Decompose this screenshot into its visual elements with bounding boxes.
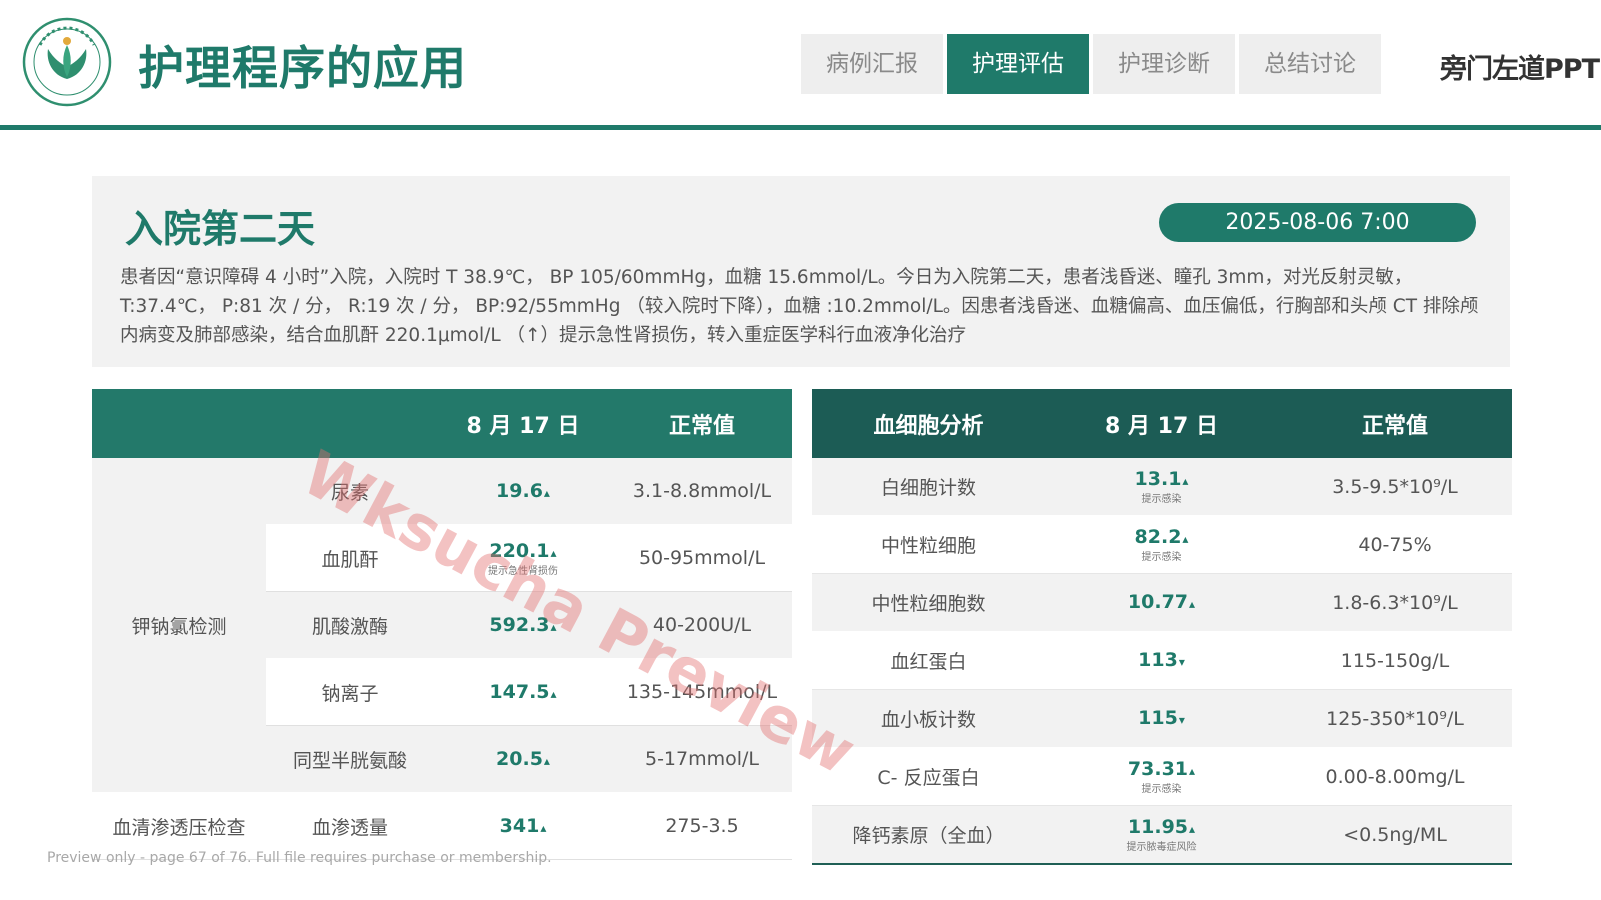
item-value: 82.2▴ 提示感染 bbox=[1045, 515, 1278, 574]
arrow-up-icon: ▴ bbox=[1189, 597, 1196, 611]
table-row: 白细胞计数 13.1▴ 提示感染 3.5-9.5*10⁹/L bbox=[812, 458, 1512, 516]
item-normal: 135-145mmol/L bbox=[612, 658, 792, 726]
header-cell bbox=[266, 389, 434, 458]
header-cell: 血细胞分析 bbox=[812, 389, 1045, 458]
item-value: 10.77▴ bbox=[1045, 573, 1278, 632]
item-name: 血小板计数 bbox=[812, 689, 1045, 748]
arrow-up-icon: ▴ bbox=[1182, 532, 1189, 546]
header-cell bbox=[92, 389, 266, 458]
item-name: 肌酸激酶 bbox=[266, 591, 434, 659]
item-name: 尿素 bbox=[266, 458, 434, 525]
item-name: 中性粒细胞数 bbox=[812, 573, 1045, 632]
table-row: 血小板计数 115▾ 125-350*10⁹/L bbox=[812, 689, 1512, 748]
tab-summary-discussion[interactable]: 总结讨论 bbox=[1239, 34, 1381, 94]
item-value: 13.1▴ 提示感染 bbox=[1045, 458, 1278, 516]
item-normal: 115-150g/L bbox=[1278, 631, 1512, 690]
nav-tabs: 病例汇报 护理评估 护理诊断 总结讨论 bbox=[801, 34, 1381, 94]
header: 护理程序的应用 病例汇报 护理评估 护理诊断 总结讨论 旁门左道PPT bbox=[0, 0, 1601, 130]
item-name: 血红蛋白 bbox=[812, 631, 1045, 690]
item-value: 11.95▴ 提示脓毒症风险 bbox=[1045, 805, 1278, 865]
value-note: 提示感染 bbox=[1141, 494, 1182, 505]
header-cell: 正常值 bbox=[1278, 389, 1512, 458]
item-value: 220.1▴ 提示急性肾损伤 bbox=[434, 524, 612, 592]
item-name: 中性粒细胞 bbox=[812, 515, 1045, 574]
item-normal: <0.5ng/ML bbox=[1278, 805, 1512, 865]
item-value: 592.3▴ bbox=[434, 591, 612, 659]
item-normal: 50-95mmol/L bbox=[612, 524, 792, 592]
table-header-row: 8 月 17 日 正常值 bbox=[92, 389, 792, 458]
intro-paragraph: 患者因“意识障碍 4 小时”入院，入院时 T 38.9℃， BP 105/60m… bbox=[120, 267, 1479, 346]
table-header-row: 血细胞分析 8 月 17 日 正常值 bbox=[812, 389, 1512, 458]
item-value: 73.31▴ 提示感染 bbox=[1045, 747, 1278, 806]
value-note: 提示脓毒症风险 bbox=[1126, 842, 1197, 853]
item-name: 血肌酐 bbox=[266, 524, 434, 592]
item-value: 19.6▴ bbox=[434, 458, 612, 525]
header-cell: 正常值 bbox=[612, 389, 792, 458]
item-normal: 0.00-8.00mg/L bbox=[1278, 747, 1512, 806]
tab-nursing-assessment[interactable]: 护理评估 bbox=[947, 34, 1089, 94]
tab-nursing-diagnosis[interactable]: 护理诊断 bbox=[1093, 34, 1235, 94]
section-heading: 入院第二天 bbox=[125, 207, 316, 251]
header-divider bbox=[0, 125, 1601, 130]
item-name: 同型半胱氨酸 bbox=[266, 725, 434, 793]
arrow-up-icon: ▴ bbox=[543, 753, 550, 768]
item-value: 113▾ bbox=[1045, 631, 1278, 690]
biochem-table: 8 月 17 日 正常值 钾钠氯检测 尿素 19.6▴ 3.1-8.8mmol/… bbox=[92, 389, 792, 860]
header-cell: 8 月 17 日 bbox=[1045, 389, 1278, 458]
value-note: 提示急性肾损伤 bbox=[488, 565, 558, 577]
intro-panel: 入院第二天 2025-08-06 7:00 患者因“意识障碍 4 小时”入院，入… bbox=[92, 176, 1510, 367]
arrow-up-icon: ▴ bbox=[1189, 822, 1196, 836]
arrow-up-icon: ▴ bbox=[550, 686, 557, 701]
datetime-badge: 2025-08-06 7:00 bbox=[1159, 203, 1476, 242]
item-normal: 5-17mmol/L bbox=[612, 725, 792, 793]
item-normal: 40-75% bbox=[1278, 515, 1512, 574]
arrow-down-icon: ▾ bbox=[1178, 655, 1185, 669]
preview-footer-note: Preview only - page 67 of 76. Full file … bbox=[47, 850, 552, 866]
page-title: 护理程序的应用 bbox=[138, 41, 467, 95]
arrow-up-icon: ▴ bbox=[543, 485, 550, 500]
item-normal: 40-200U/L bbox=[612, 591, 792, 659]
tab-case-report[interactable]: 病例汇报 bbox=[801, 34, 943, 94]
table-row: C- 反应蛋白 73.31▴ 提示感染 0.00-8.00mg/L bbox=[812, 747, 1512, 806]
item-normal: 1.8-6.3*10⁹/L bbox=[1278, 573, 1512, 632]
arrow-up-icon: ▴ bbox=[1182, 474, 1189, 488]
table-row: 钾钠氯检测 尿素 19.6▴ 3.1-8.8mmol/L bbox=[92, 458, 792, 793]
group-label: 钾钠氯检测 bbox=[92, 458, 266, 793]
arrow-up-icon: ▴ bbox=[540, 820, 547, 835]
arrow-up-icon: ▴ bbox=[1189, 764, 1196, 778]
table-row: 降钙素原（全血） 11.95▴ 提示脓毒症风险 <0.5ng/ML bbox=[812, 805, 1512, 865]
arrow-up-icon: ▴ bbox=[550, 619, 557, 634]
item-value: 147.5▴ bbox=[434, 658, 612, 726]
blood-cell-table: 血细胞分析 8 月 17 日 正常值 白细胞计数 13.1▴ 提示感染 3.5-9… bbox=[812, 389, 1512, 865]
value-note: 提示感染 bbox=[1141, 552, 1182, 563]
item-name: 白细胞计数 bbox=[812, 458, 1045, 516]
table-row: 中性粒细胞数 10.77▴ 1.8-6.3*10⁹/L bbox=[812, 573, 1512, 632]
arrow-up-icon: ▴ bbox=[550, 545, 557, 560]
item-normal: 3.5-9.5*10⁹/L bbox=[1278, 458, 1512, 516]
value-note: 提示感染 bbox=[1141, 784, 1182, 795]
item-normal: 125-350*10⁹/L bbox=[1278, 689, 1512, 748]
table-row: 中性粒细胞 82.2▴ 提示感染 40-75% bbox=[812, 515, 1512, 574]
brand-logo-text: 旁门左道PPT bbox=[1440, 54, 1600, 85]
table-row: 血红蛋白 113▾ 115-150g/L bbox=[812, 631, 1512, 690]
item-normal: 275-3.5 bbox=[612, 792, 792, 860]
item-name: C- 反应蛋白 bbox=[812, 747, 1045, 806]
item-name: 钠离子 bbox=[266, 658, 434, 726]
header-cell: 8 月 17 日 bbox=[434, 389, 612, 458]
item-name: 降钙素原（全血） bbox=[812, 805, 1045, 865]
arrow-down-icon: ▾ bbox=[1178, 713, 1185, 727]
college-logo bbox=[22, 17, 112, 107]
item-value: 115▾ bbox=[1045, 689, 1278, 748]
item-normal: 3.1-8.8mmol/L bbox=[612, 458, 792, 525]
item-value: 20.5▴ bbox=[434, 725, 612, 793]
